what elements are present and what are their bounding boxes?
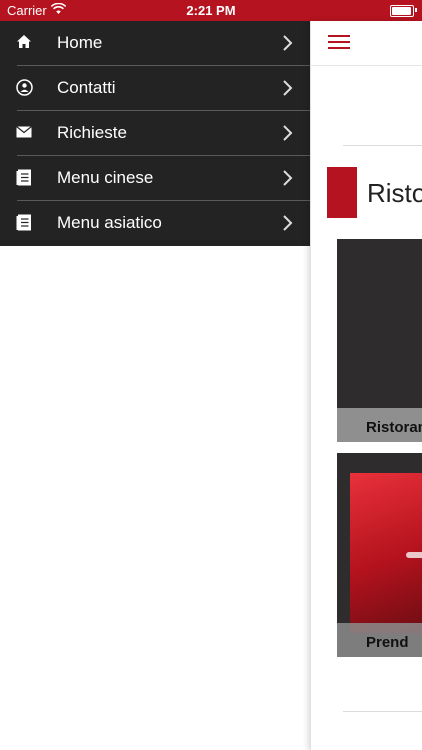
section-title: Risto [367, 178, 422, 208]
card-caption: Ristoran [366, 419, 422, 436]
drawer-item-label: Menu cinese [57, 168, 154, 187]
document-icon [16, 169, 34, 187]
restaurant-card[interactable]: Ristoran [337, 239, 422, 442]
chevron-right-icon [282, 213, 294, 233]
chevron-right-icon [282, 168, 294, 188]
battery-icon [390, 5, 414, 17]
side-drawer: Home Contatti Richieste Menu cinese Menu… [0, 21, 310, 246]
chevron-right-icon [282, 33, 294, 53]
card-caption-bar: Ristoran [337, 408, 422, 442]
drawer-item-menu-asiatico[interactable]: Menu asiatico [0, 201, 310, 246]
divider [343, 145, 422, 146]
contact-icon [16, 79, 34, 97]
document-icon [16, 214, 34, 232]
drawer-item-menu-cinese[interactable]: Menu cinese [0, 156, 310, 201]
car-image [406, 552, 422, 558]
drawer-item-label: Home [57, 33, 103, 52]
section-accent-bar [327, 167, 357, 218]
hamburger-menu-icon[interactable] [328, 35, 350, 51]
drawer-item-contatti[interactable]: Contatti [0, 66, 310, 111]
chevron-right-icon [282, 123, 294, 143]
drawer-item-home[interactable]: Home [0, 21, 310, 66]
drawer-item-richieste[interactable]: Richieste [0, 111, 310, 156]
drawer-item-label: Richieste [57, 123, 127, 142]
drawer-item-label: Menu asiatico [57, 213, 162, 232]
main-content: Risto Ristoran Prend [310, 21, 422, 750]
home-icon [16, 34, 34, 52]
divider [343, 711, 422, 712]
card-caption: Prend [366, 634, 409, 651]
chevron-right-icon [282, 78, 294, 98]
top-bar [311, 21, 422, 66]
status-time: 2:21 PM [186, 3, 236, 18]
card-caption-bar: Prend [337, 623, 422, 657]
promo-card[interactable]: Prend [337, 453, 422, 657]
battery-tip [415, 8, 417, 12]
drawer-item-label: Contatti [57, 78, 116, 97]
status-bar: Carrier 2:21 PM [0, 0, 422, 21]
mail-icon [16, 124, 34, 142]
